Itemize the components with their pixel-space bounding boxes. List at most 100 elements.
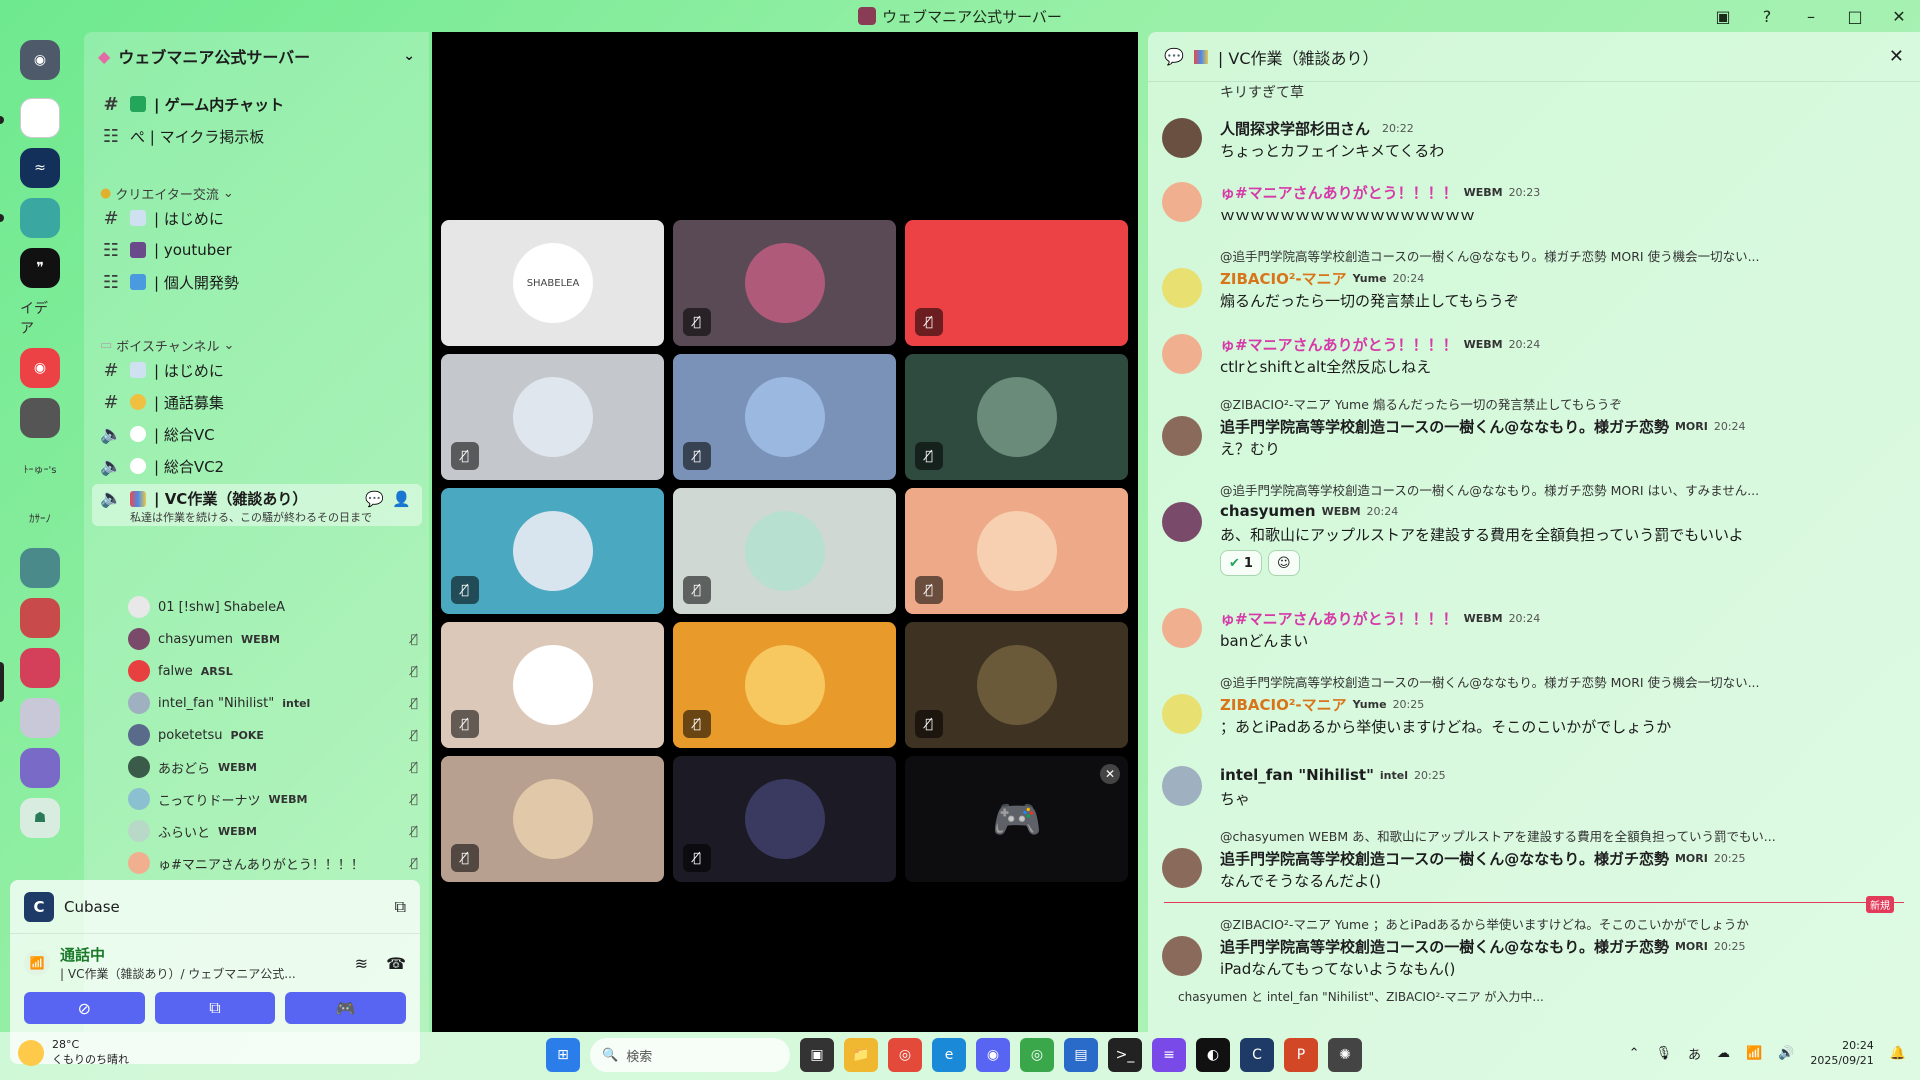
video-tile[interactable]: 🎙̸: [673, 354, 896, 480]
video-tile[interactable]: 🎙̸: [905, 622, 1128, 748]
disconnect-icon[interactable]: ☎: [386, 954, 406, 973]
chevron-down-icon[interactable]: ⌄: [403, 48, 415, 64]
avatar[interactable]: [1162, 608, 1202, 648]
author-name[interactable]: 追手門学院高等学校創造コースの一樹くん@ななもり。様ガチ恋勢: [1220, 848, 1669, 869]
server-text-1[interactable]: ﾄｰゅｰ's: [20, 448, 60, 488]
author-name[interactable]: intel_fan "Nihilist": [1220, 766, 1374, 784]
author-name[interactable]: chasyumen: [1220, 502, 1316, 520]
start-icon[interactable]: ⊞: [546, 1038, 580, 1072]
server-avatar-4[interactable]: [20, 648, 60, 688]
reply-preview[interactable]: @追手門学院高等学校創造コースの一樹くん@ななもり。様ガチ恋勢 MORI 使う機…: [1220, 246, 1760, 265]
voice-member[interactable]: あおどら WEBM 🎙̸: [128, 754, 418, 780]
server-text-2[interactable]: ｶｻｰﾉ: [20, 498, 60, 538]
close-button[interactable]: ✕: [1888, 5, 1910, 27]
avatar[interactable]: [1162, 936, 1202, 976]
author-name[interactable]: ゅ#マニアさんありがとう！！！！: [1220, 608, 1458, 629]
server-avatar-6[interactable]: [20, 748, 60, 788]
video-tile[interactable]: 🎮 ✕: [905, 756, 1128, 882]
avatar[interactable]: [1162, 268, 1202, 308]
edge-icon[interactable]: e: [932, 1038, 966, 1072]
avatar[interactable]: [1162, 118, 1202, 158]
channel-general-vc[interactable]: 🔈 | 総合VC: [84, 418, 429, 450]
server-header[interactable]: ◆ ウェブマニア公式サーバー ⌄: [84, 32, 429, 80]
cubase-icon[interactable]: C: [1240, 1038, 1274, 1072]
noise-suppression-icon[interactable]: ≋: [355, 954, 368, 973]
channel-minecraft-board[interactable]: ☷ ぺ | マイクラ掲示板: [84, 120, 429, 152]
voice-member[interactable]: こってりドーナツ WEBM 🎙̸: [128, 786, 418, 812]
search-box[interactable]: 🔍 検索: [590, 1038, 790, 1072]
video-tile[interactable]: 🎙̸: [441, 622, 664, 748]
server-wave[interactable]: ≈: [20, 148, 60, 188]
voice-member[interactable]: poketetsu POKE 🎙̸: [128, 722, 418, 748]
camera-off-button[interactable]: ⊘: [24, 992, 145, 1024]
video-tile[interactable]: 🎙̸: [905, 488, 1128, 614]
file-explorer-icon[interactable]: 📁: [844, 1038, 878, 1072]
volume-icon[interactable]: 🔊: [1778, 1046, 1794, 1061]
server-avatar-2[interactable]: [20, 548, 60, 588]
maximize-button[interactable]: □: [1844, 5, 1866, 27]
avatar[interactable]: [1162, 502, 1202, 542]
close-chat-icon[interactable]: ✕: [1889, 46, 1904, 67]
server-quote[interactable]: ❞: [20, 248, 60, 288]
author-name[interactable]: ゅ#マニアさんありがとう！！！！: [1220, 182, 1458, 203]
author-name[interactable]: 人間探求学部杉田さん: [1220, 118, 1370, 139]
minimize-button[interactable]: –: [1800, 5, 1822, 27]
channel-game-chat[interactable]: # | ゲーム内チャット: [84, 88, 429, 120]
powerpoint-icon[interactable]: P: [1284, 1038, 1318, 1072]
video-tile[interactable]: 🎙̸: [673, 622, 896, 748]
video-tile[interactable]: 🎙̸: [905, 354, 1128, 480]
author-name[interactable]: ZIBACIO²-マニア: [1220, 268, 1347, 289]
chrome-canary-icon[interactable]: ◎: [1020, 1038, 1054, 1072]
activity-row[interactable]: C Cubase ⧉: [10, 880, 420, 934]
terminal-icon[interactable]: >_: [1108, 1038, 1142, 1072]
video-tile[interactable]: 🎙̸: [673, 756, 896, 882]
voice-member[interactable]: ふらいと WEBM 🎙̸: [128, 818, 418, 844]
video-tile[interactable]: 🎙̸: [673, 488, 896, 614]
inbox-icon[interactable]: ▣: [1712, 5, 1734, 27]
author-name[interactable]: ZIBACIO²-マニア: [1220, 694, 1347, 715]
video-tile[interactable]: 🎙̸: [441, 354, 664, 480]
reply-preview[interactable]: @追手門学院高等学校創造コースの一樹くん@ななもり。様ガチ恋勢 MORI 使う機…: [1220, 672, 1760, 691]
reaction-check[interactable]: ✔ 1: [1220, 550, 1262, 576]
chevron-up-icon[interactable]: ⌃: [1629, 1046, 1640, 1061]
author-name[interactable]: 追手門学院高等学校創造コースの一樹くん@ななもり。様ガチ恋勢: [1220, 416, 1669, 437]
category-creator[interactable]: ● クリエイター交流 ⌄: [100, 184, 234, 203]
voice-member[interactable]: intel_fan "Nihilist" intel 🎙̸: [128, 690, 418, 716]
avatar[interactable]: [1162, 334, 1202, 374]
channel-call-recruit[interactable]: # | 通話募集: [84, 386, 429, 418]
channel-vc-work-active[interactable]: 🔈 | VC作業（雑談あり） 💬 👤 私達は作業を続ける、この騒が終わるその日ま…: [92, 484, 422, 526]
chrome-icon[interactable]: ◎: [888, 1038, 922, 1072]
server-qr[interactable]: [20, 98, 60, 138]
cloud-icon[interactable]: ☁: [1717, 1046, 1730, 1061]
screen-share-icon[interactable]: ⧉: [395, 897, 406, 917]
mic-icon[interactable]: 🎙: [1656, 1046, 1673, 1061]
reply-preview[interactable]: @ZIBACIO²-マニア Yume ；あとiPadあるから举使いますけどね。そ…: [1220, 914, 1749, 933]
server-discord-red[interactable]: ◉: [20, 348, 60, 388]
add-member-icon[interactable]: 👤: [392, 490, 411, 508]
channel-indie-dev[interactable]: ☷ | 個人開発勢: [84, 266, 429, 298]
avatar[interactable]: [1162, 694, 1202, 734]
server-avatar-1[interactable]: [20, 398, 60, 438]
avatar[interactable]: [1162, 182, 1202, 222]
channel-general-vc2[interactable]: 🔈 | 総合VC2: [84, 450, 429, 482]
channel-youtuber[interactable]: ☷ | youtuber: [84, 234, 429, 266]
weather-widget[interactable]: 28°C くもりのち晴れ: [18, 1038, 129, 1067]
video-tile[interactable]: 🎙̸: [441, 488, 664, 614]
reply-preview[interactable]: @chasyumen WEBM あ、和歌山にアップルストアを建設する費用を全額負…: [1220, 826, 1776, 845]
signal-icon[interactable]: 📶: [24, 950, 50, 976]
app-dark-icon[interactable]: ◐: [1196, 1038, 1230, 1072]
stack-app-icon[interactable]: ≡: [1152, 1038, 1186, 1072]
help-icon[interactable]: ?: [1756, 5, 1778, 27]
add-reaction-icon[interactable]: ☺: [1267, 550, 1300, 576]
screen-share-button[interactable]: ⧉: [154, 992, 276, 1024]
notification-icon[interactable]: 🔔: [1890, 1046, 1906, 1061]
chat-bubble-icon[interactable]: 💬: [365, 490, 384, 508]
voice-member[interactable]: ゅ#マニアさんありがとう！！！！ 🎙̸: [128, 850, 418, 876]
video-tile[interactable]: 🎙̸: [441, 756, 664, 882]
notepad-icon[interactable]: ▤: [1064, 1038, 1098, 1072]
clock[interactable]: 20:24 2025/09/21: [1810, 1038, 1873, 1068]
server-miku[interactable]: [20, 198, 60, 238]
channel-creator-intro[interactable]: # | はじめに: [84, 202, 429, 234]
video-tile[interactable]: 🎙̸: [905, 220, 1128, 346]
avatar[interactable]: [1162, 848, 1202, 888]
